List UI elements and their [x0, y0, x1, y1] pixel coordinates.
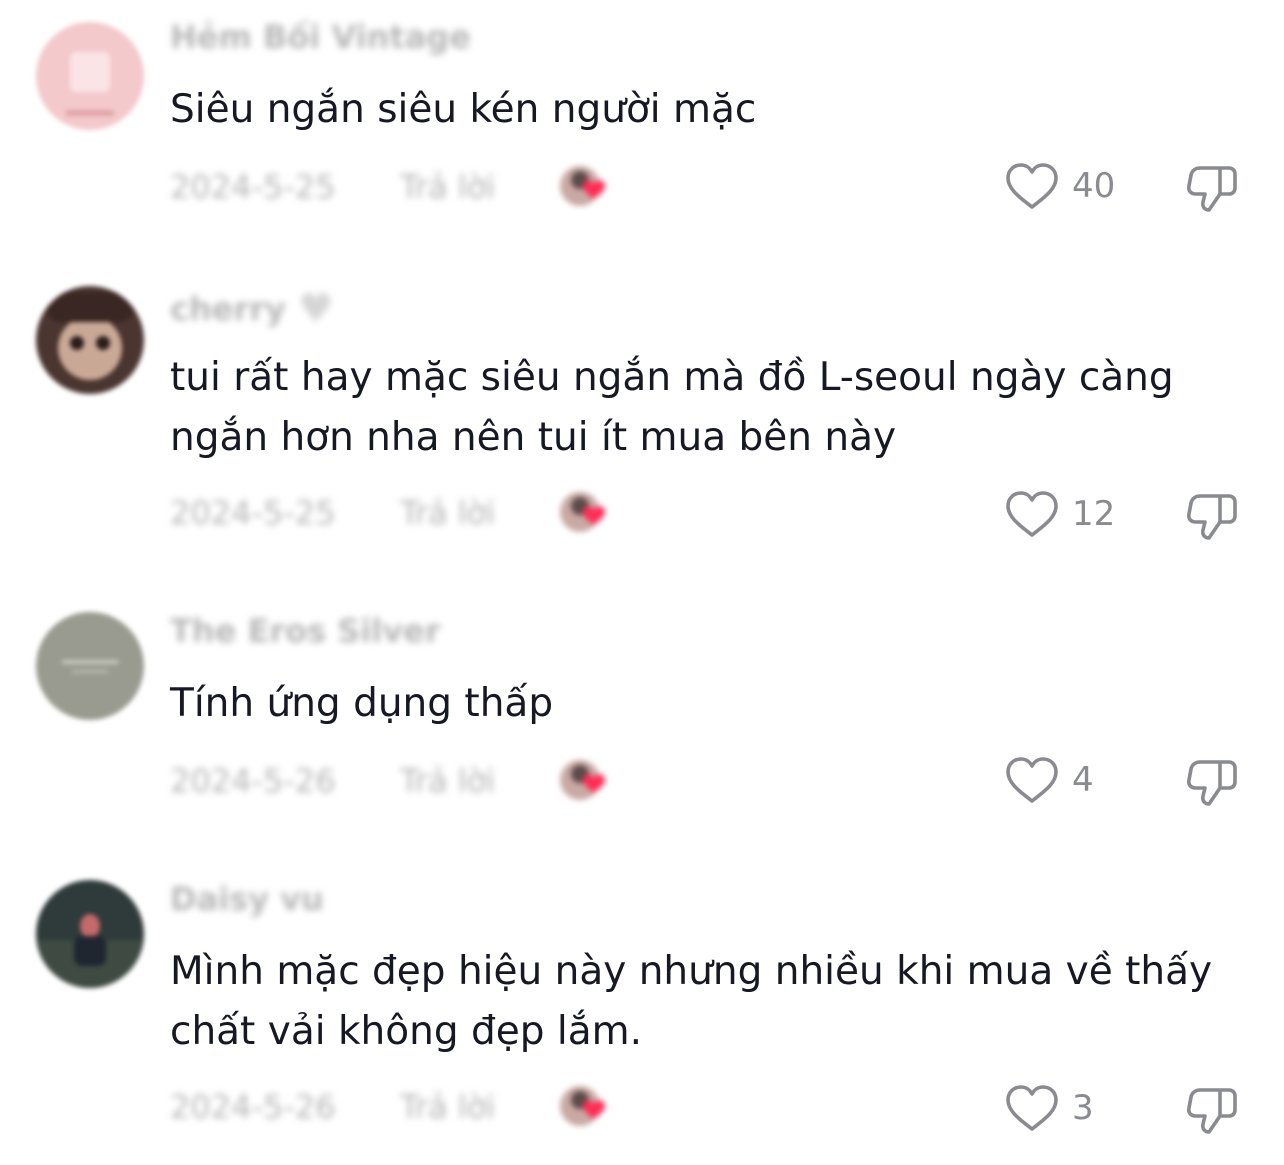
comment-text: tui rất hay mặc siêu ngắn mà đồ L-seoul … [170, 355, 1174, 460]
white-heart-icon: ♥ [297, 286, 334, 332]
thumbs-down-icon[interactable] [1186, 756, 1238, 806]
comment-date: 2024-5-25 [170, 168, 336, 206]
comment-username[interactable]: cherry ♥ [170, 286, 334, 332]
like-count: 3 [1072, 1088, 1094, 1128]
avatar[interactable] [36, 286, 144, 394]
creator-liked-avatar-icon [560, 760, 606, 800]
reply-button[interactable]: Trả lời [400, 1088, 495, 1126]
like-count: 12 [1072, 494, 1116, 534]
reply-button[interactable]: Trả lời [400, 494, 495, 532]
reply-button[interactable]: Trả lời [400, 168, 495, 206]
comment-text: Tính ứng dụng thấp [170, 681, 554, 726]
avatar[interactable] [36, 880, 144, 988]
thumbs-down-icon[interactable] [1186, 1084, 1238, 1134]
avatar[interactable] [36, 22, 144, 130]
thumbs-down-icon[interactable] [1186, 162, 1238, 212]
avatar[interactable] [36, 612, 144, 720]
creator-liked-avatar-icon [560, 492, 606, 532]
heart-outline-icon[interactable] [1004, 1084, 1060, 1134]
creator-liked-avatar-icon [560, 166, 606, 206]
like-count: 4 [1072, 760, 1094, 800]
comment-username[interactable]: Hẻm Bối Vintage [170, 18, 471, 56]
comment-username[interactable]: Daisy vu [170, 880, 324, 918]
comment-text: Mình mặc đẹp hiệu này nhưng nhiều khi mu… [170, 949, 1213, 1054]
comment-date: 2024-5-25 [170, 494, 336, 532]
heart-outline-icon[interactable] [1004, 162, 1060, 212]
reply-button[interactable]: Trả lời [400, 762, 495, 800]
thumbs-down-icon[interactable] [1186, 490, 1238, 540]
comment-date: 2024-5-26 [170, 1088, 336, 1126]
comment-username[interactable]: The Eros Silver [170, 612, 441, 650]
like-count: 40 [1072, 166, 1116, 206]
heart-outline-icon[interactable] [1004, 490, 1060, 540]
comment-text: Siêu ngắn siêu kén người mặc [170, 87, 757, 132]
comment-date: 2024-5-26 [170, 762, 336, 800]
creator-liked-avatar-icon [560, 1086, 606, 1126]
heart-outline-icon[interactable] [1004, 756, 1060, 806]
